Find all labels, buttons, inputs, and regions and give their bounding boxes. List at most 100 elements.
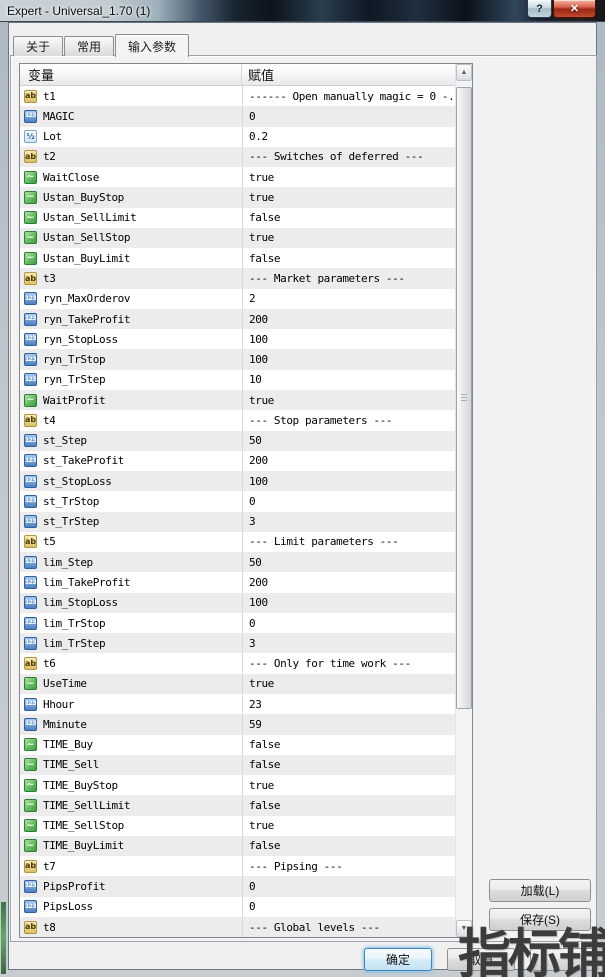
table-row[interactable]: 123 st_TrStop 0 (20, 491, 455, 511)
table-row[interactable]: 123 lim_Step 50 (20, 552, 455, 572)
scrollbar[interactable]: ▲ ▼ (455, 64, 472, 937)
table-row[interactable]: 123 PipsProfit 0 (20, 876, 455, 896)
table-row[interactable]: 123 Hhour 23 (20, 694, 455, 714)
bool-type-icon: ~ (24, 252, 37, 265)
variable-value: true (249, 171, 274, 184)
table-row[interactable]: 123 st_TakeProfit 200 (20, 451, 455, 471)
table-row[interactable]: ~ TIME_Sell false (20, 755, 455, 775)
bool-type-icon: ~ (24, 191, 37, 204)
variable-name: t3 (43, 272, 55, 285)
variable-value: 200 (249, 576, 268, 589)
int-type-icon: 123 (24, 475, 37, 488)
double-type-icon: ½ (24, 130, 37, 143)
variable-name: ryn_StopLoss (43, 333, 118, 346)
table-row[interactable]: ab t5 --- Limit parameters --- (20, 532, 455, 552)
titlebar[interactable]: Expert - Universal_1.70 (1) ? ✕ (0, 0, 605, 22)
table-header: 变量 赋值 (20, 64, 455, 86)
close-button[interactable]: ✕ (553, 0, 596, 18)
table-row[interactable]: 123 st_TrStep 3 (20, 512, 455, 532)
variable-value: 2 (249, 292, 255, 305)
table-row[interactable]: ~ UseTime true (20, 674, 455, 694)
bool-type-icon: ~ (24, 211, 37, 224)
reset-button[interactable] (530, 948, 598, 971)
table-row[interactable]: ab t3 --- Market parameters --- (20, 268, 455, 288)
variable-value: true (249, 779, 274, 792)
variable-name: lim_TrStop (43, 617, 105, 630)
table-row[interactable]: ~ Ustan_BuyLimit false (20, 248, 455, 268)
close-icon: ✕ (570, 2, 579, 15)
table-row[interactable]: ~ TIME_SellStop true (20, 816, 455, 836)
int-type-icon: 123 (24, 454, 37, 467)
table-row[interactable]: ab t2 --- Switches of deferred --- (20, 147, 455, 167)
table-row[interactable]: ~ TIME_BuyLimit false (20, 836, 455, 856)
ok-button[interactable]: 确定 (364, 948, 432, 971)
tab-about[interactable]: 关于 (13, 36, 63, 56)
table-row[interactable]: ab t8 --- Global levels --- (20, 917, 455, 937)
table-row[interactable]: 123 lim_StopLoss 100 (20, 593, 455, 613)
table-row[interactable]: ½ Lot 0.2 (20, 127, 455, 147)
variable-name: st_StopLoss (43, 475, 111, 488)
inputs-tab-page: 变量 赋值 ab t1 ------ Open manually magic =… (10, 55, 597, 942)
table-row[interactable]: 123 ryn_TrStep 10 (20, 370, 455, 390)
string-type-icon: ab (24, 535, 37, 548)
table-row[interactable]: 123 ryn_StopLoss 100 (20, 329, 455, 349)
table-row[interactable]: 123 lim_TrStop 0 (20, 613, 455, 633)
string-type-icon: ab (24, 860, 37, 873)
table-row[interactable]: ~ TIME_SellLimit false (20, 795, 455, 815)
scroll-up-button[interactable]: ▲ (456, 64, 472, 81)
scroll-down-button[interactable]: ▼ (456, 920, 472, 937)
variable-value: --- Limit parameters --- (249, 535, 398, 548)
column-header-variable[interactable]: 变量 (20, 64, 242, 85)
load-button[interactable]: 加载(L) (489, 879, 591, 902)
table-row[interactable]: 123 PipsLoss 0 (20, 897, 455, 917)
table-row[interactable]: ab t1 ------ Open manually magic = 0 -..… (20, 86, 455, 106)
table-row[interactable]: 123 lim_TakeProfit 200 (20, 572, 455, 592)
variable-name: TIME_BuyLimit (43, 839, 124, 852)
table-row[interactable]: ~ WaitClose true (20, 167, 455, 187)
int-type-icon: 123 (24, 292, 37, 305)
string-type-icon: ab (24, 921, 37, 934)
variable-name: TIME_BuyStop (43, 779, 118, 792)
variable-value: 200 (249, 454, 268, 467)
param-rows: ab t1 ------ Open manually magic = 0 -..… (20, 86, 455, 937)
int-type-icon: 123 (24, 900, 37, 913)
cancel-button[interactable]: 取消 (447, 948, 515, 971)
bool-type-icon: ~ (24, 677, 37, 690)
table-row[interactable]: ab t6 --- Only for time work --- (20, 653, 455, 673)
table-row[interactable]: ~ TIME_Buy false (20, 735, 455, 755)
variable-value: 59 (249, 718, 261, 731)
scrollbar-thumb[interactable] (456, 87, 472, 709)
variable-name: st_TrStop (43, 495, 99, 508)
table-row[interactable]: 123 ryn_TrStop 100 (20, 349, 455, 369)
table-row[interactable]: 123 MAGIC 0 (20, 106, 455, 126)
save-button[interactable]: 保存(S) (489, 908, 591, 931)
table-row[interactable]: ~ Ustan_SellStop true (20, 228, 455, 248)
variable-name: st_TakeProfit (43, 454, 124, 467)
variable-name: t8 (43, 921, 55, 934)
table-row[interactable]: 123 lim_TrStep 3 (20, 633, 455, 653)
table-row[interactable]: 123 ryn_MaxOrderov 2 (20, 289, 455, 309)
tab-common[interactable]: 常用 (64, 36, 114, 56)
variable-name: TIME_Buy (43, 738, 93, 751)
help-button[interactable]: ? (527, 0, 552, 18)
column-header-value[interactable]: 赋值 (242, 64, 455, 85)
table-row[interactable]: ~ TIME_BuyStop true (20, 775, 455, 795)
variable-name: t5 (43, 535, 55, 548)
table-row[interactable]: ~ WaitProfit true (20, 390, 455, 410)
variable-value: 100 (249, 475, 268, 488)
table-row[interactable]: ~ Ustan_SellLimit false (20, 208, 455, 228)
variable-name: Lot (43, 130, 62, 143)
tab-inputs[interactable]: 输入参数 (115, 34, 189, 57)
table-row[interactable]: 123 st_Step 50 (20, 431, 455, 451)
table-row[interactable]: 123 Mminute 59 (20, 714, 455, 734)
variable-value: --- Global levels --- (249, 921, 380, 934)
variable-name: Mminute (43, 718, 87, 731)
table-row[interactable]: 123 ryn_TakeProfit 200 (20, 309, 455, 329)
table-row[interactable]: 123 st_StopLoss 100 (20, 471, 455, 491)
table-row[interactable]: ~ Ustan_BuyStop true (20, 187, 455, 207)
table-row[interactable]: ab t7 --- Pipsing --- (20, 856, 455, 876)
table-row[interactable]: ab t4 --- Stop parameters --- (20, 410, 455, 430)
variable-name: st_TrStep (43, 515, 99, 528)
variable-value: 3 (249, 515, 255, 528)
string-type-icon: ab (24, 150, 37, 163)
